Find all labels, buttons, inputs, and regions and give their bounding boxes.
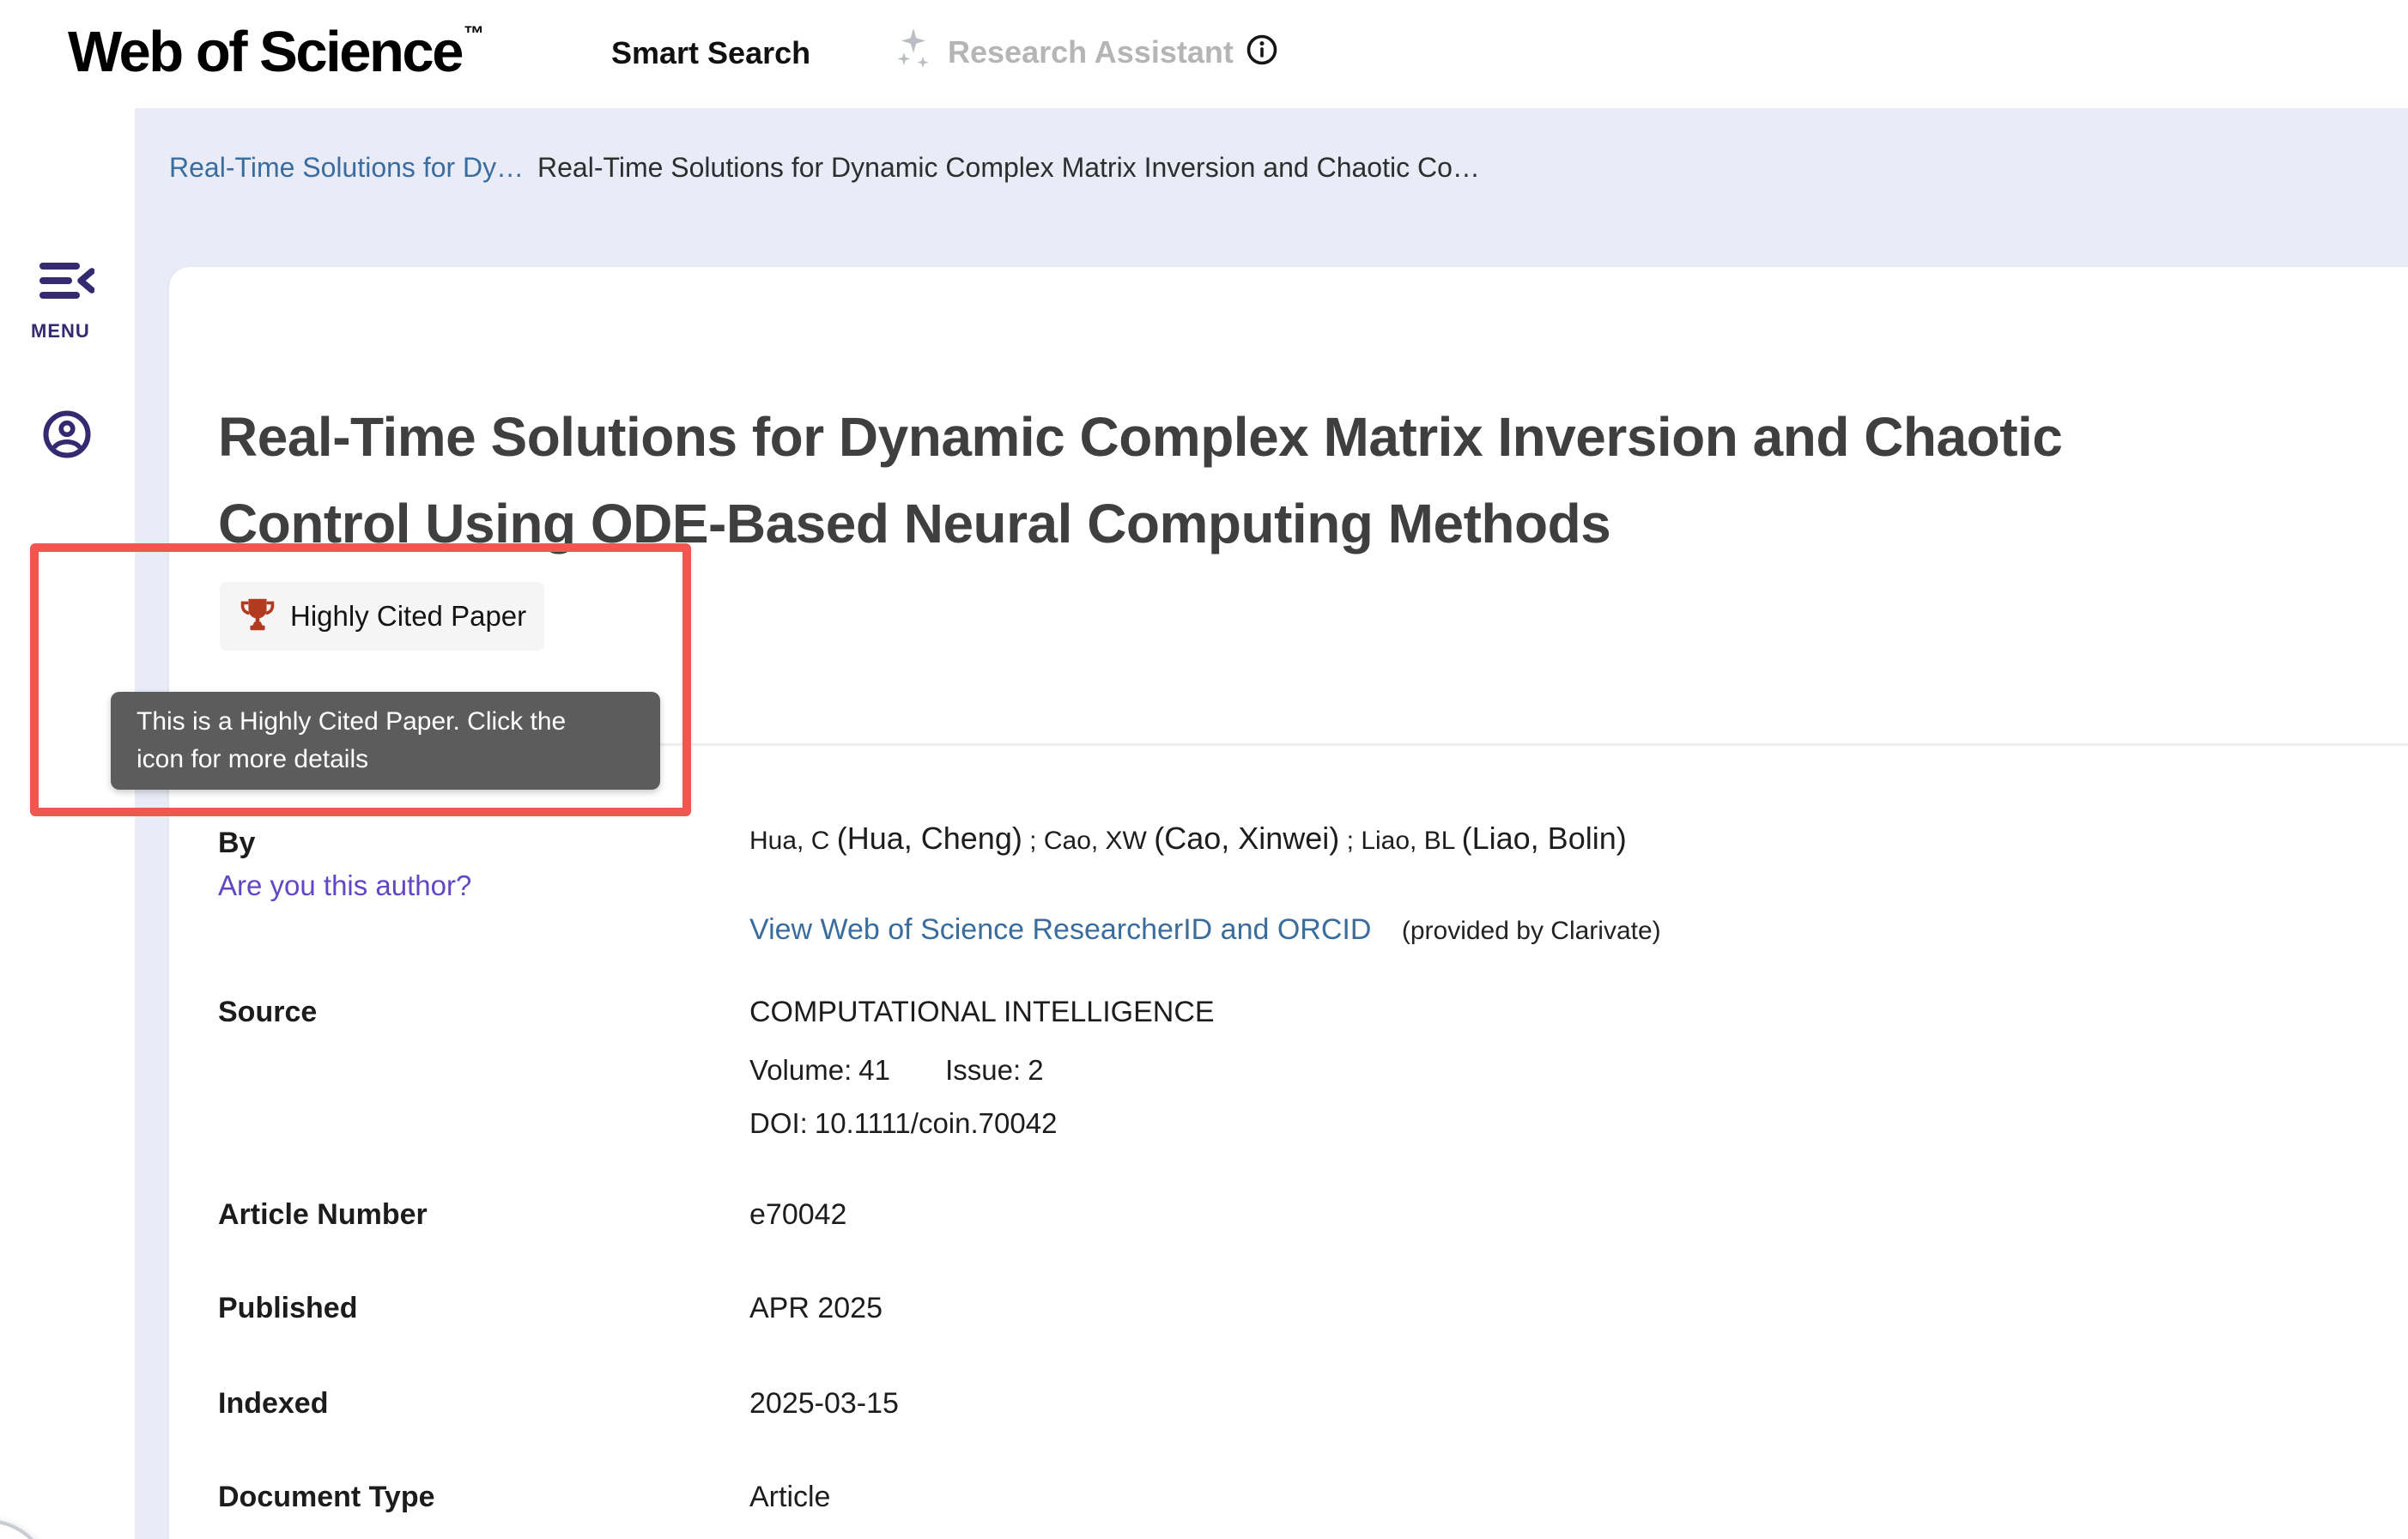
article-title: Real-Time Solutions for Dynamic Complex … bbox=[218, 394, 2064, 567]
author-full-name: (Cao, Xinwei) bbox=[1154, 821, 1339, 856]
author-full-name: (Hua, Cheng) bbox=[837, 821, 1022, 856]
web-of-science-logo[interactable]: Web of Science™ bbox=[68, 19, 480, 85]
collapse-menu-icon bbox=[39, 263, 94, 300]
issue-label: Issue: bbox=[945, 1054, 1021, 1086]
info-icon[interactable] bbox=[1246, 33, 1278, 70]
top-header: Web of Science™ Smart Search Research As… bbox=[0, 0, 2408, 108]
smart-search-nav[interactable]: Smart Search bbox=[611, 35, 810, 71]
researcher-row: View Web of Science ResearcherID and ORC… bbox=[749, 913, 1661, 947]
highly-cited-badge-label: Highly Cited Paper bbox=[290, 600, 526, 633]
issue-value: 2 bbox=[1028, 1054, 1043, 1086]
author-short-name[interactable]: Hua, C bbox=[749, 827, 837, 855]
menu-label: MENU bbox=[31, 320, 90, 342]
trophy-icon bbox=[238, 595, 277, 639]
doi-value: 10.1111/coin.70042 bbox=[815, 1107, 1058, 1139]
are-you-this-author-link[interactable]: Are you this author? bbox=[218, 869, 471, 902]
volume-label: Volume: bbox=[749, 1054, 852, 1086]
published-label: Published bbox=[218, 1292, 357, 1325]
user-account-icon bbox=[42, 409, 92, 459]
source-label: Source bbox=[218, 996, 317, 1029]
menu-toggle-button[interactable] bbox=[39, 263, 94, 300]
tooltip-line-1: This is a Highly Cited Paper. Click the bbox=[136, 703, 634, 741]
by-label: By bbox=[218, 827, 255, 860]
sparkles-icon bbox=[896, 28, 936, 76]
published-value: APR 2025 bbox=[749, 1292, 883, 1325]
research-assistant-label: Research Assistant bbox=[948, 34, 1234, 70]
left-sidebar: MENU bbox=[0, 108, 135, 1539]
author-short-name[interactable]: Liao, BL bbox=[1361, 827, 1461, 855]
profile-button[interactable] bbox=[42, 409, 92, 459]
doi-row: DOI:10.1111/coin.70042 bbox=[749, 1107, 1057, 1140]
document-type-value: Article bbox=[749, 1481, 830, 1514]
researcher-id-orcid-link[interactable]: View Web of Science ResearcherID and ORC… bbox=[749, 913, 1371, 946]
document-type-label: Document Type bbox=[218, 1481, 435, 1514]
breadcrumb-collapsed-tab[interactable]: Real-Time Solutions for Dy… bbox=[169, 152, 524, 184]
author-full-name: (Liao, Bolin) bbox=[1462, 821, 1627, 856]
logo-trademark: ™ bbox=[464, 22, 482, 45]
doi-label: DOI: bbox=[749, 1107, 808, 1139]
source-journal: COMPUTATIONAL INTELLIGENCE bbox=[749, 996, 1215, 1029]
indexed-label: Indexed bbox=[218, 1387, 328, 1421]
article-number-label: Article Number bbox=[218, 1198, 428, 1232]
author-short-name[interactable]: Cao, XW bbox=[1044, 827, 1154, 855]
highly-cited-tooltip: This is a Highly Cited Paper. Click the … bbox=[111, 692, 660, 790]
volume-issue-row: Volume:41 Issue:2 bbox=[749, 1054, 1044, 1087]
indexed-value: 2025-03-15 bbox=[749, 1387, 899, 1421]
research-assistant-nav[interactable]: Research Assistant bbox=[896, 28, 1278, 76]
author-separator: ; bbox=[1339, 827, 1361, 855]
volume-value: 41 bbox=[858, 1054, 890, 1086]
provided-by-clarivate: (provided by Clarivate) bbox=[1402, 917, 1661, 945]
logo-text: Web of Science bbox=[68, 20, 462, 84]
author-separator: ; bbox=[1022, 827, 1044, 855]
authors-line: Hua, C (Hua, Cheng) ; Cao, XW (Cao, Xinw… bbox=[749, 821, 1627, 857]
tooltip-line-2: icon for more details bbox=[136, 741, 634, 779]
article-number-value: e70042 bbox=[749, 1198, 846, 1232]
breadcrumb-current: Real-Time Solutions for Dynamic Complex … bbox=[537, 152, 1480, 184]
web-of-science-page: Web of Science™ Smart Search Research As… bbox=[0, 0, 2408, 1539]
highly-cited-badge[interactable]: Highly Cited Paper bbox=[220, 582, 544, 651]
